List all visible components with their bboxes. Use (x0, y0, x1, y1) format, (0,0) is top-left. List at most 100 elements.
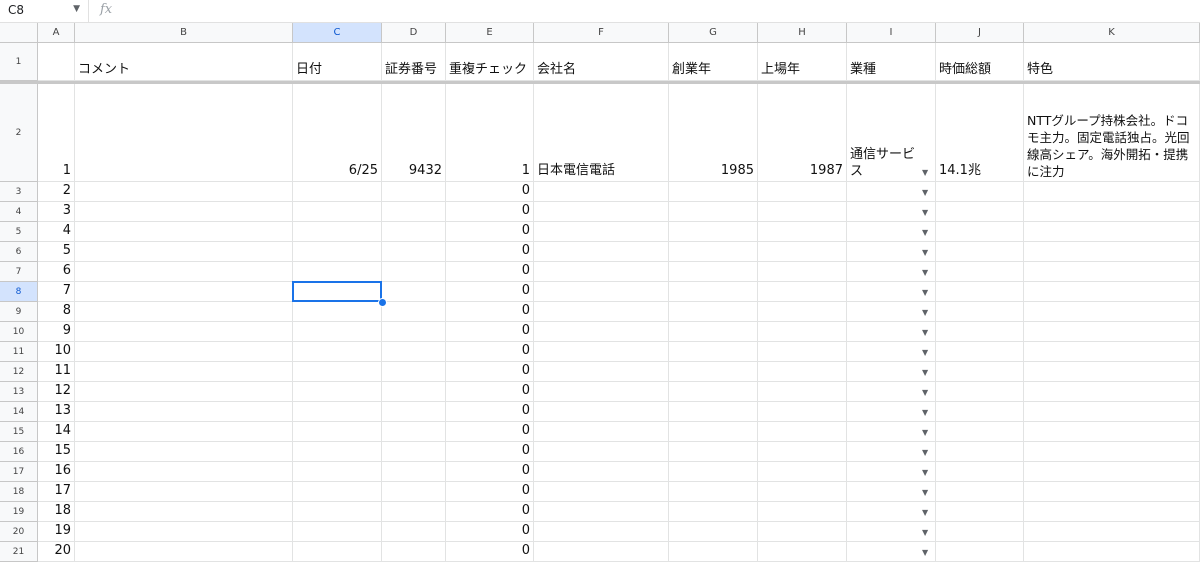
cell-d16[interactable] (382, 442, 446, 462)
cell-c6[interactable] (293, 242, 382, 262)
cell-a2[interactable]: 1 (38, 84, 75, 182)
cell-f3[interactable] (534, 182, 669, 202)
cell-c21[interactable] (293, 542, 382, 562)
cell-h7[interactable] (758, 262, 847, 282)
cell-d3[interactable] (382, 182, 446, 202)
cell-k19[interactable] (1024, 502, 1200, 522)
cell-f12[interactable] (534, 362, 669, 382)
cell-j11[interactable] (936, 342, 1024, 362)
chevron-down-icon[interactable]: ▼ (922, 488, 928, 497)
cell-j9[interactable] (936, 302, 1024, 322)
cell-c10[interactable] (293, 322, 382, 342)
cell-f14[interactable] (534, 402, 669, 422)
cell-a13[interactable]: 12 (38, 382, 75, 402)
cell-f5[interactable] (534, 222, 669, 242)
cell-h2[interactable]: 1987 (758, 84, 847, 182)
cell-c14[interactable] (293, 402, 382, 422)
cell-e14[interactable]: 0 (446, 402, 534, 422)
cell-d20[interactable] (382, 522, 446, 542)
cell-g7[interactable] (669, 262, 758, 282)
chevron-down-icon[interactable]: ▼ (922, 188, 928, 197)
chevron-down-icon[interactable]: ▼ (922, 228, 928, 237)
column-header-k[interactable]: K (1024, 23, 1200, 43)
cell-b20[interactable] (75, 522, 293, 542)
cell-j20[interactable] (936, 522, 1024, 542)
cell-j15[interactable] (936, 422, 1024, 442)
cell-j7[interactable] (936, 262, 1024, 282)
row-header-3[interactable]: 3 (0, 182, 38, 202)
cell-b16[interactable] (75, 442, 293, 462)
cell-k6[interactable] (1024, 242, 1200, 262)
cell-b13[interactable] (75, 382, 293, 402)
row-header-2[interactable]: 2 (0, 84, 38, 182)
cell-b12[interactable] (75, 362, 293, 382)
cell-h19[interactable] (758, 502, 847, 522)
cell-e6[interactable]: 0 (446, 242, 534, 262)
row-header-15[interactable]: 15 (0, 422, 38, 442)
cell-h21[interactable] (758, 542, 847, 562)
cell-h18[interactable] (758, 482, 847, 502)
cell-j3[interactable] (936, 182, 1024, 202)
cell-h10[interactable] (758, 322, 847, 342)
column-header-b[interactable]: B (75, 23, 293, 43)
chevron-down-icon[interactable]: ▼ (922, 348, 928, 357)
cell-d19[interactable] (382, 502, 446, 522)
cell-e2[interactable]: 1 (446, 84, 534, 182)
cell-a21[interactable]: 20 (38, 542, 75, 562)
cell-g13[interactable] (669, 382, 758, 402)
cell-a1[interactable] (38, 43, 75, 81)
cell-k3[interactable] (1024, 182, 1200, 202)
cell-b2[interactable] (75, 84, 293, 182)
cell-g6[interactable] (669, 242, 758, 262)
chevron-down-icon[interactable]: ▼ (922, 288, 928, 297)
chevron-down-icon[interactable]: ▼ (922, 368, 928, 377)
cell-j1[interactable]: 時価総額 (936, 43, 1024, 81)
row-header-16[interactable]: 16 (0, 442, 38, 462)
cell-a7[interactable]: 6 (38, 262, 75, 282)
cell-d15[interactable] (382, 422, 446, 442)
cell-g4[interactable] (669, 202, 758, 222)
cell-a14[interactable]: 13 (38, 402, 75, 422)
cell-c3[interactable] (293, 182, 382, 202)
cell-k11[interactable] (1024, 342, 1200, 362)
cell-f9[interactable] (534, 302, 669, 322)
cell-b15[interactable] (75, 422, 293, 442)
cell-b1[interactable]: コメント (75, 43, 293, 81)
cell-e5[interactable]: 0 (446, 222, 534, 242)
cell-f7[interactable] (534, 262, 669, 282)
cell-f8[interactable] (534, 282, 669, 302)
cell-h1[interactable]: 上場年 (758, 43, 847, 81)
cell-b18[interactable] (75, 482, 293, 502)
column-header-g[interactable]: G (669, 23, 758, 43)
cell-a19[interactable]: 18 (38, 502, 75, 522)
cell-f6[interactable] (534, 242, 669, 262)
cell-c19[interactable] (293, 502, 382, 522)
cell-b10[interactable] (75, 322, 293, 342)
cell-e16[interactable]: 0 (446, 442, 534, 462)
cell-b4[interactable] (75, 202, 293, 222)
cell-k2[interactable]: NTTグループ持株会社。ドコモ主力。固定電話独占。光回線高シェア。海外開拓・提携… (1024, 84, 1200, 182)
cell-c9[interactable] (293, 302, 382, 322)
cell-c13[interactable] (293, 382, 382, 402)
cell-c5[interactable] (293, 222, 382, 242)
cell-a12[interactable]: 11 (38, 362, 75, 382)
cell-g2[interactable]: 1985 (669, 84, 758, 182)
row-header-5[interactable]: 5 (0, 222, 38, 242)
cell-d1[interactable]: 証券番号 (382, 43, 446, 81)
cell-d7[interactable] (382, 262, 446, 282)
cell-b21[interactable] (75, 542, 293, 562)
cell-g14[interactable] (669, 402, 758, 422)
cell-k4[interactable] (1024, 202, 1200, 222)
select-all-corner[interactable] (0, 23, 38, 43)
cell-j14[interactable] (936, 402, 1024, 422)
cell-h3[interactable] (758, 182, 847, 202)
chevron-down-icon[interactable]: ▼ (922, 208, 928, 217)
row-header-18[interactable]: 18 (0, 482, 38, 502)
cell-e9[interactable]: 0 (446, 302, 534, 322)
cell-g10[interactable] (669, 322, 758, 342)
cell-c2[interactable]: 6/25 (293, 84, 382, 182)
column-header-e[interactable]: E (446, 23, 534, 43)
cell-f15[interactable] (534, 422, 669, 442)
cell-d10[interactable] (382, 322, 446, 342)
cell-b3[interactable] (75, 182, 293, 202)
